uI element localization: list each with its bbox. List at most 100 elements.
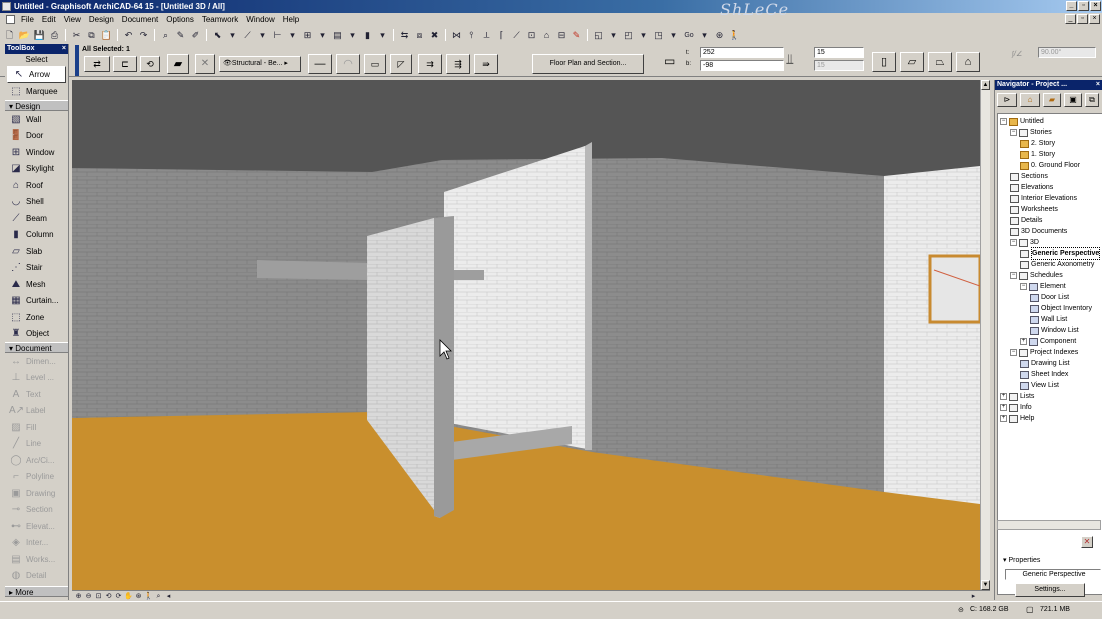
slant-angle-field[interactable]: 90.00° [1038, 47, 1096, 58]
tool-zone[interactable]: ⬚ Zone [5, 309, 68, 326]
explore-icon[interactable]: ◰ [622, 29, 635, 42]
adjust-icon[interactable]: ⌈ [495, 29, 508, 42]
wall-profile-double-slanted-button[interactable]: ⏢ [928, 52, 952, 72]
more-section-header[interactable]: ▸ More [5, 586, 68, 597]
tool-marquee[interactable]: ⬚ Marquee [5, 84, 68, 101]
new-file-icon[interactable]: 🗋 [3, 29, 16, 42]
properties-view-name[interactable]: Generic Perspective [1005, 569, 1101, 580]
tree-item[interactable]: + Info [1000, 402, 1032, 413]
tree-item[interactable]: Door List [1030, 292, 1069, 303]
doc-minimize-button[interactable]: _ [1065, 14, 1076, 24]
tree-item[interactable]: Elevations [1010, 182, 1053, 193]
menu-document[interactable]: Document [118, 13, 162, 26]
previous-zoom-icon[interactable]: ⟲ [104, 592, 113, 601]
tool-roof[interactable]: ⌂ Roof [5, 177, 68, 194]
viewport-vertical-scrollbar[interactable]: ▲ ▼ [980, 80, 990, 590]
flip-button[interactable]: ⟲ [140, 56, 160, 72]
tree-item[interactable]: + Lists [1000, 391, 1034, 402]
collapse-icon[interactable]: − [1000, 118, 1007, 125]
pointer-mode-icon[interactable]: ⬉ [211, 29, 224, 42]
tree-item[interactable]: Wall List [1030, 314, 1067, 325]
tree-item[interactable]: − Stories [1010, 127, 1052, 138]
scroll-right-icon[interactable]: ▸ [969, 592, 978, 601]
dropdown-arrow-icon[interactable]: ▾ [256, 29, 269, 42]
thickness-field[interactable]: 15 [814, 47, 864, 58]
tool-worksheet[interactable]: ▤ Works... [5, 551, 68, 568]
curved-wall-button[interactable]: ◠ [336, 54, 360, 74]
dropdown-arrow-icon[interactable]: ▾ [698, 29, 711, 42]
menu-help[interactable]: Help [279, 13, 303, 26]
pick-up-icon[interactable]: ✎ [174, 29, 187, 42]
favorites-button[interactable]: ✕ [195, 54, 215, 74]
tree-item[interactable]: − Project Indexes [1010, 347, 1078, 358]
magic-wand-icon[interactable]: ⋈ [450, 29, 463, 42]
wall-profile-slanted-button[interactable]: ▱ [900, 52, 924, 72]
document-section-header[interactable]: ▾ Document [5, 342, 68, 353]
collapse-icon[interactable]: − [1010, 272, 1017, 279]
redo-icon[interactable]: ↷ [137, 29, 150, 42]
wall-complex-button[interactable]: ▭ [364, 54, 386, 74]
dropdown-arrow-icon[interactable]: ▾ [637, 29, 650, 42]
expand-icon[interactable]: + [1000, 393, 1007, 400]
geometry-method-button[interactable]: ⇄ [84, 56, 110, 72]
scroll-left-icon[interactable]: ◂ [164, 592, 173, 601]
zoom-out-icon[interactable]: ⊖ [84, 592, 93, 601]
copy-icon[interactable]: ⧉ [85, 29, 98, 42]
tree-item[interactable]: Worksheets [1010, 204, 1058, 215]
menu-view[interactable]: View [60, 13, 85, 26]
3d-viewport[interactable] [72, 80, 980, 590]
tree-item[interactable]: 1. Story [1020, 149, 1055, 160]
find-select-icon[interactable]: ⌕ [159, 29, 172, 42]
tool-fill[interactable]: ▨ Fill [5, 419, 68, 436]
cut-icon[interactable]: ✂ [70, 29, 83, 42]
offset-icon[interactable]: ⊡ [525, 29, 538, 42]
trim-icon[interactable]: ⟂ [480, 29, 493, 42]
tree-item[interactable]: Window List [1030, 325, 1079, 336]
tree-item[interactable]: View List [1020, 380, 1059, 391]
collapse-icon[interactable]: − [1010, 349, 1017, 356]
tool-skylight[interactable]: ◪ Skylight [5, 161, 68, 178]
maximize-button[interactable]: ▫ [1078, 1, 1089, 11]
settings-button[interactable]: Settings... [1015, 583, 1085, 597]
snap-icon[interactable]: ⊢ [271, 29, 284, 42]
save-icon[interactable]: 💾 [33, 29, 46, 42]
doc-restore-button[interactable]: ▫ [1077, 14, 1088, 24]
tool-text[interactable]: A Text [5, 386, 68, 403]
wall-profile-complex-button[interactable]: ⌂ [956, 52, 980, 72]
3d-mode-icon[interactable]: ◱ [592, 29, 605, 42]
info-box-grip[interactable] [75, 45, 79, 76]
layer-icon[interactable]: ▤ [331, 29, 344, 42]
toolbox-close-icon[interactable]: × [62, 44, 68, 54]
paste-icon[interactable]: 📋 [100, 29, 113, 42]
properties-header[interactable]: ▾ Properties [1003, 556, 1040, 564]
trace-icon[interactable]: ⇆ [398, 29, 411, 42]
tool-mesh[interactable]: ⛰ Mesh [5, 276, 68, 293]
menu-design[interactable]: Design [85, 13, 118, 26]
doc-close-button[interactable]: × [1089, 14, 1100, 24]
dropdown-arrow-icon[interactable]: ▾ [286, 29, 299, 42]
project-map-icon[interactable]: ⊳ [997, 93, 1017, 107]
bottom-offset-field[interactable]: -98 [700, 60, 784, 71]
dropdown-arrow-icon[interactable]: ▾ [226, 29, 239, 42]
dropdown-arrow-icon[interactable]: ▾ [607, 29, 620, 42]
menu-window[interactable]: Window [242, 13, 278, 26]
tool-drawing[interactable]: ▣ Drawing [5, 485, 68, 502]
tool-slab[interactable]: ▱ Slab [5, 243, 68, 260]
straight-wall-button[interactable]: — [308, 54, 332, 74]
fit-in-window-icon[interactable]: ⊡ [94, 592, 103, 601]
publisher-sets-icon[interactable]: ▣ [1064, 93, 1082, 107]
tool-level-dimension[interactable]: ⊥ Level ... [5, 370, 68, 387]
tree-item[interactable]: 2. Story [1020, 138, 1055, 149]
undo-icon[interactable]: ↶ [122, 29, 135, 42]
expand-icon[interactable]: + [1000, 415, 1007, 422]
menu-options[interactable]: Options [162, 13, 198, 26]
tool-polyline[interactable]: ⌐ Polyline [5, 469, 68, 486]
slanted-wall-button[interactable]: ◸ [390, 54, 412, 74]
layout-icon[interactable]: ⊟ [555, 29, 568, 42]
orbit-icon[interactable]: ⊛ [134, 592, 143, 601]
organizer-icon[interactable]: ⧉ [1085, 93, 1099, 107]
tree-item[interactable]: Details [1010, 215, 1042, 226]
pan-icon[interactable]: ✋ [124, 592, 133, 601]
thickness-field-secondary[interactable]: 15 [814, 60, 864, 71]
minimize-button[interactable]: _ [1066, 1, 1077, 11]
